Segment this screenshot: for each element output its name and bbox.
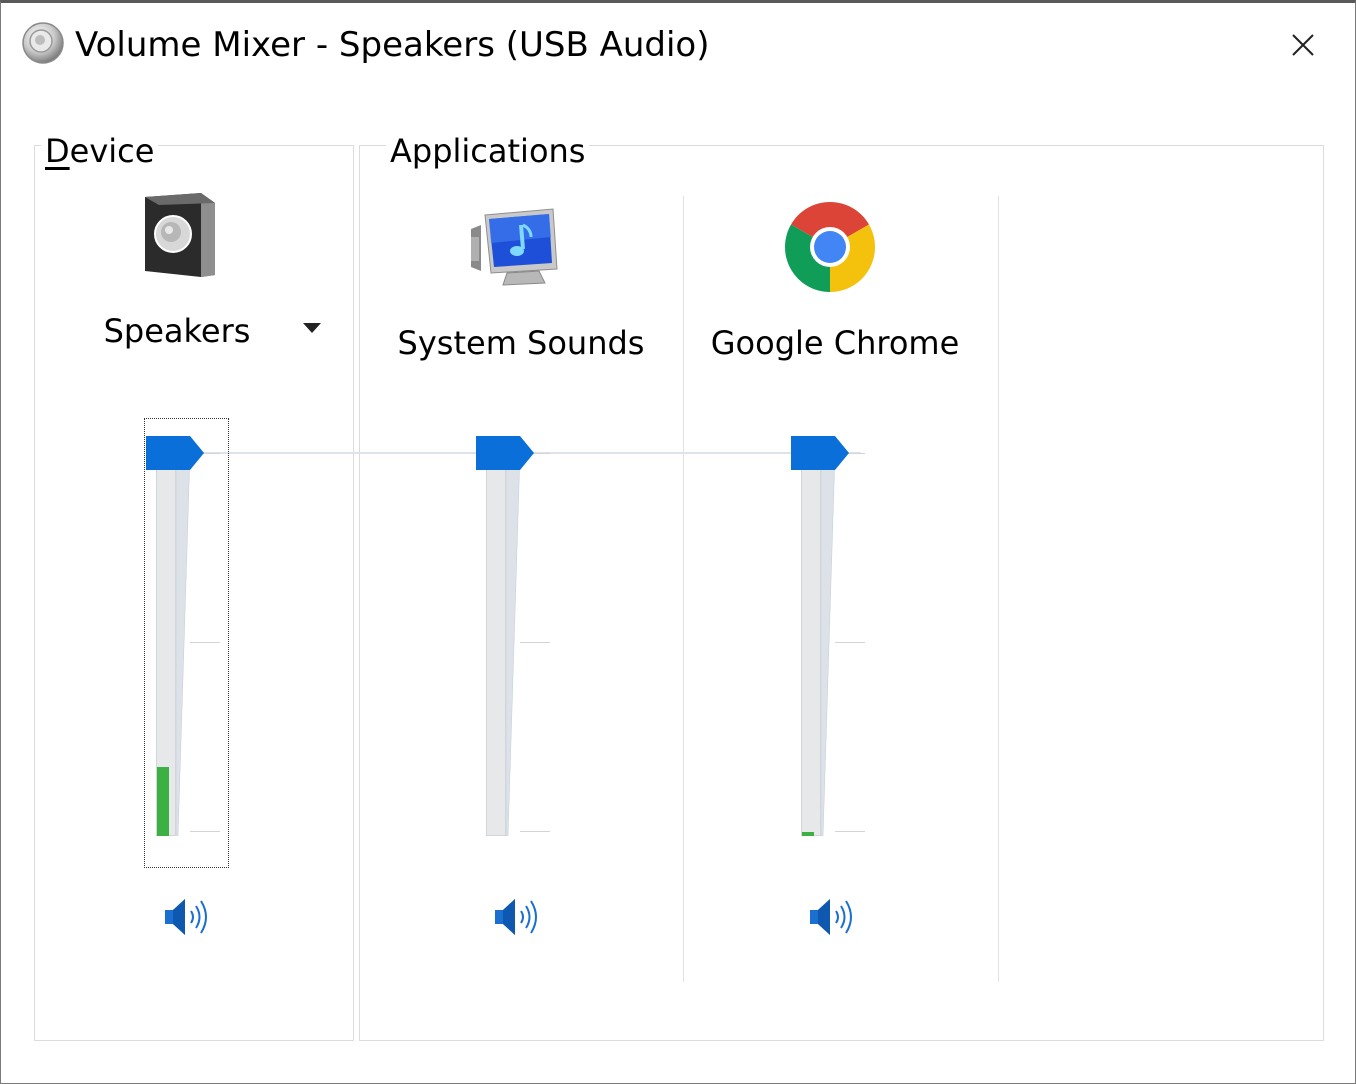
speaker-icon	[21, 21, 65, 65]
slider-tick	[835, 831, 865, 832]
slider-thumb[interactable]	[791, 436, 851, 470]
slider-tick	[190, 831, 220, 832]
app-name-google-chrome: Google Chrome	[710, 324, 960, 362]
slider-tick	[190, 642, 220, 643]
column-divider	[683, 196, 684, 982]
slider-tick	[835, 642, 865, 643]
title-bar: Volume Mixer - Speakers (USB Audio)	[1, 3, 1355, 89]
peak-meter	[802, 832, 814, 836]
slider-track	[486, 453, 506, 836]
peak-meter	[157, 767, 169, 836]
volume-icon	[810, 899, 852, 935]
volume-icon	[495, 899, 537, 935]
device-group-label: Device	[41, 132, 159, 170]
volume-mixer-window: Volume Mixer - Speakers (USB Audio) Devi…	[0, 0, 1356, 1084]
slider-tick	[520, 642, 550, 643]
system-sounds-mute-button[interactable]	[493, 895, 545, 939]
applications-group-label: Applications	[386, 132, 590, 170]
app-name-system-sounds: System Sounds	[397, 324, 645, 362]
close-button[interactable]	[1273, 17, 1333, 73]
slider-track-wedge	[176, 453, 190, 836]
slider-track-wedge	[506, 453, 520, 836]
slider-track	[801, 453, 821, 836]
column-divider	[998, 196, 999, 982]
slider-thumb[interactable]	[146, 436, 206, 470]
slider-track-wedge	[821, 453, 835, 836]
slider-thumb[interactable]	[476, 436, 536, 470]
window-title: Volume Mixer - Speakers (USB Audio)	[75, 25, 710, 65]
device-dropdown-button[interactable]	[297, 315, 327, 341]
close-icon	[1292, 34, 1314, 56]
chrome-icon[interactable]	[785, 202, 875, 292]
speaker-box-icon[interactable]	[141, 191, 219, 281]
slider-tick	[520, 831, 550, 832]
system-sounds-volume-slider[interactable]	[476, 436, 566, 857]
google-chrome-volume-slider[interactable]	[791, 436, 881, 857]
system-sounds-icon[interactable]	[467, 207, 563, 287]
device-name: Speakers	[103, 312, 251, 350]
volume-icon	[165, 899, 207, 935]
device-volume-slider[interactable]	[146, 436, 236, 857]
chevron-down-icon	[303, 323, 321, 333]
google-chrome-mute-button[interactable]	[808, 895, 860, 939]
device-mute-button[interactable]	[163, 895, 215, 939]
